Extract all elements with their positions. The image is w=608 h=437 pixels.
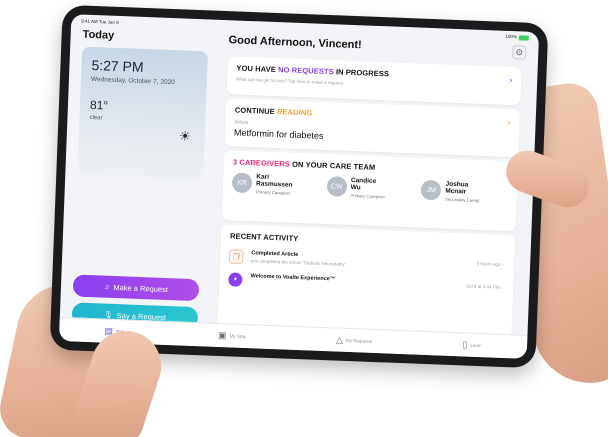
caregiver-role: Primary Caregiver: [255, 189, 291, 196]
settings-icon[interactable]: ⚙: [512, 45, 527, 60]
weather-condition: clear: [89, 115, 103, 122]
status-time: 9:41 AM Tue Jan 9: [81, 18, 119, 25]
today-title: Today: [82, 28, 115, 42]
weather-date: Wednesday, October 7, 2020: [90, 75, 175, 87]
caregiver-list: KR Kari Rasmussen Primary Caregiver CW C…: [231, 172, 509, 204]
bell-icon: △: [335, 334, 344, 345]
caregiver-item[interactable]: KR Kari Rasmussen Primary Caregiver: [231, 172, 319, 196]
make-request-button[interactable]: ♫ Make a Request: [72, 274, 200, 302]
caregiver-role: Primary Caregiver: [350, 192, 386, 200]
weather-temperature: 81°: [89, 98, 109, 113]
battery-percent: 100%: [505, 34, 517, 40]
activity-title: Welcome to Voalte Experience™: [250, 273, 336, 283]
reading-title-prefix: CONTINUE: [234, 105, 278, 117]
caregiver-last-name: Rasmussen: [255, 180, 293, 190]
caregiver-item[interactable]: CW Candice Wu Primary Caregiver: [326, 176, 413, 200]
activity-time: 5 hours ago ›: [476, 260, 504, 267]
avatar: KR: [231, 172, 253, 194]
caregiver-item[interactable]: JM Joshua Mcnair Secondary Caregi: [420, 180, 508, 204]
tab-my-stay[interactable]: ▣ My Stay: [218, 330, 246, 342]
tab-learn[interactable]: ▯ Learn: [462, 339, 482, 351]
care-title-suffix: ON YOUR CARE TEAM: [289, 159, 376, 172]
photo-scene: 9:41 AM Tue Jan 9 100% Today 5:27 PM Wed…: [0, 0, 608, 437]
battery-icon: [518, 34, 529, 41]
care-title-highlight: 3 CAREGIVERS: [232, 157, 291, 169]
chevron-right-icon: ›: [507, 116, 511, 128]
list-item[interactable]: ❐ Completed Article you completed the ar…: [228, 249, 505, 274]
list-item[interactable]: ★ Welcome to Voalte Experience™ Oct 8 at…: [228, 272, 504, 297]
avatar: JM: [420, 180, 442, 201]
requests-title-highlight: NO REQUESTS: [277, 65, 334, 77]
book-icon: ▯: [462, 339, 468, 350]
tablet-device: 9:41 AM Tue Jan 9 100% Today 5:27 PM Wed…: [49, 4, 549, 369]
tab-label: My Stay: [229, 333, 246, 340]
battery-indicator: 100%: [505, 34, 529, 41]
welcome-icon: ★: [228, 272, 243, 287]
weather-card: 5:27 PM Wednesday, October 7, 2020 81° c…: [77, 46, 209, 180]
activity-description: you completed the article "Diabetic Neur…: [251, 258, 347, 267]
chevron-right-icon: ›: [509, 74, 513, 86]
reading-title-highlight: READING: [276, 107, 313, 118]
caregiver-role: Secondary Caregi: [444, 196, 480, 203]
requests-title-prefix: YOU HAVE: [236, 63, 279, 75]
activity-time: Oct 8 at 3:44 PM ›: [465, 283, 503, 290]
activity-card-title: RECENT ACTIVITY: [229, 231, 299, 244]
caregiver-last-name: Wu: [350, 184, 361, 192]
care-team-card[interactable]: 3 CAREGIVERS ON YOUR CARE TEAM › KR Kari…: [221, 150, 519, 232]
bed-icon: ▣: [217, 330, 227, 341]
continue-reading-card[interactable]: CONTINUE READING Article Metformin for d…: [224, 98, 521, 158]
main-content: Good Afternoon, Vincent! ⚙ YOU HAVE NO R…: [217, 34, 531, 348]
left-column: Today 5:27 PM Wednesday, October 7, 2020…: [71, 28, 219, 330]
caregiver-last-name: Mcnair: [445, 188, 467, 196]
app-screen: 9:41 AM Tue Jan 9 100% Today 5:27 PM Wed…: [58, 14, 540, 359]
tab-label: Learn: [470, 342, 482, 349]
avatar: CW: [326, 176, 348, 198]
book-icon: ❐: [228, 249, 244, 264]
requests-title-suffix: IN PROGRESS: [333, 67, 390, 79]
requests-card[interactable]: YOU HAVE NO REQUESTS IN PROGRESS What ca…: [226, 56, 522, 106]
sun-icon: ☀: [178, 128, 192, 144]
bell-icon: ♫: [103, 283, 110, 291]
make-request-label: Make a Request: [113, 282, 169, 294]
weather-time: 5:27 PM: [91, 56, 144, 75]
tab-label: My Requests: [345, 337, 373, 344]
tab-my-requests[interactable]: △ My Requests: [336, 335, 373, 347]
